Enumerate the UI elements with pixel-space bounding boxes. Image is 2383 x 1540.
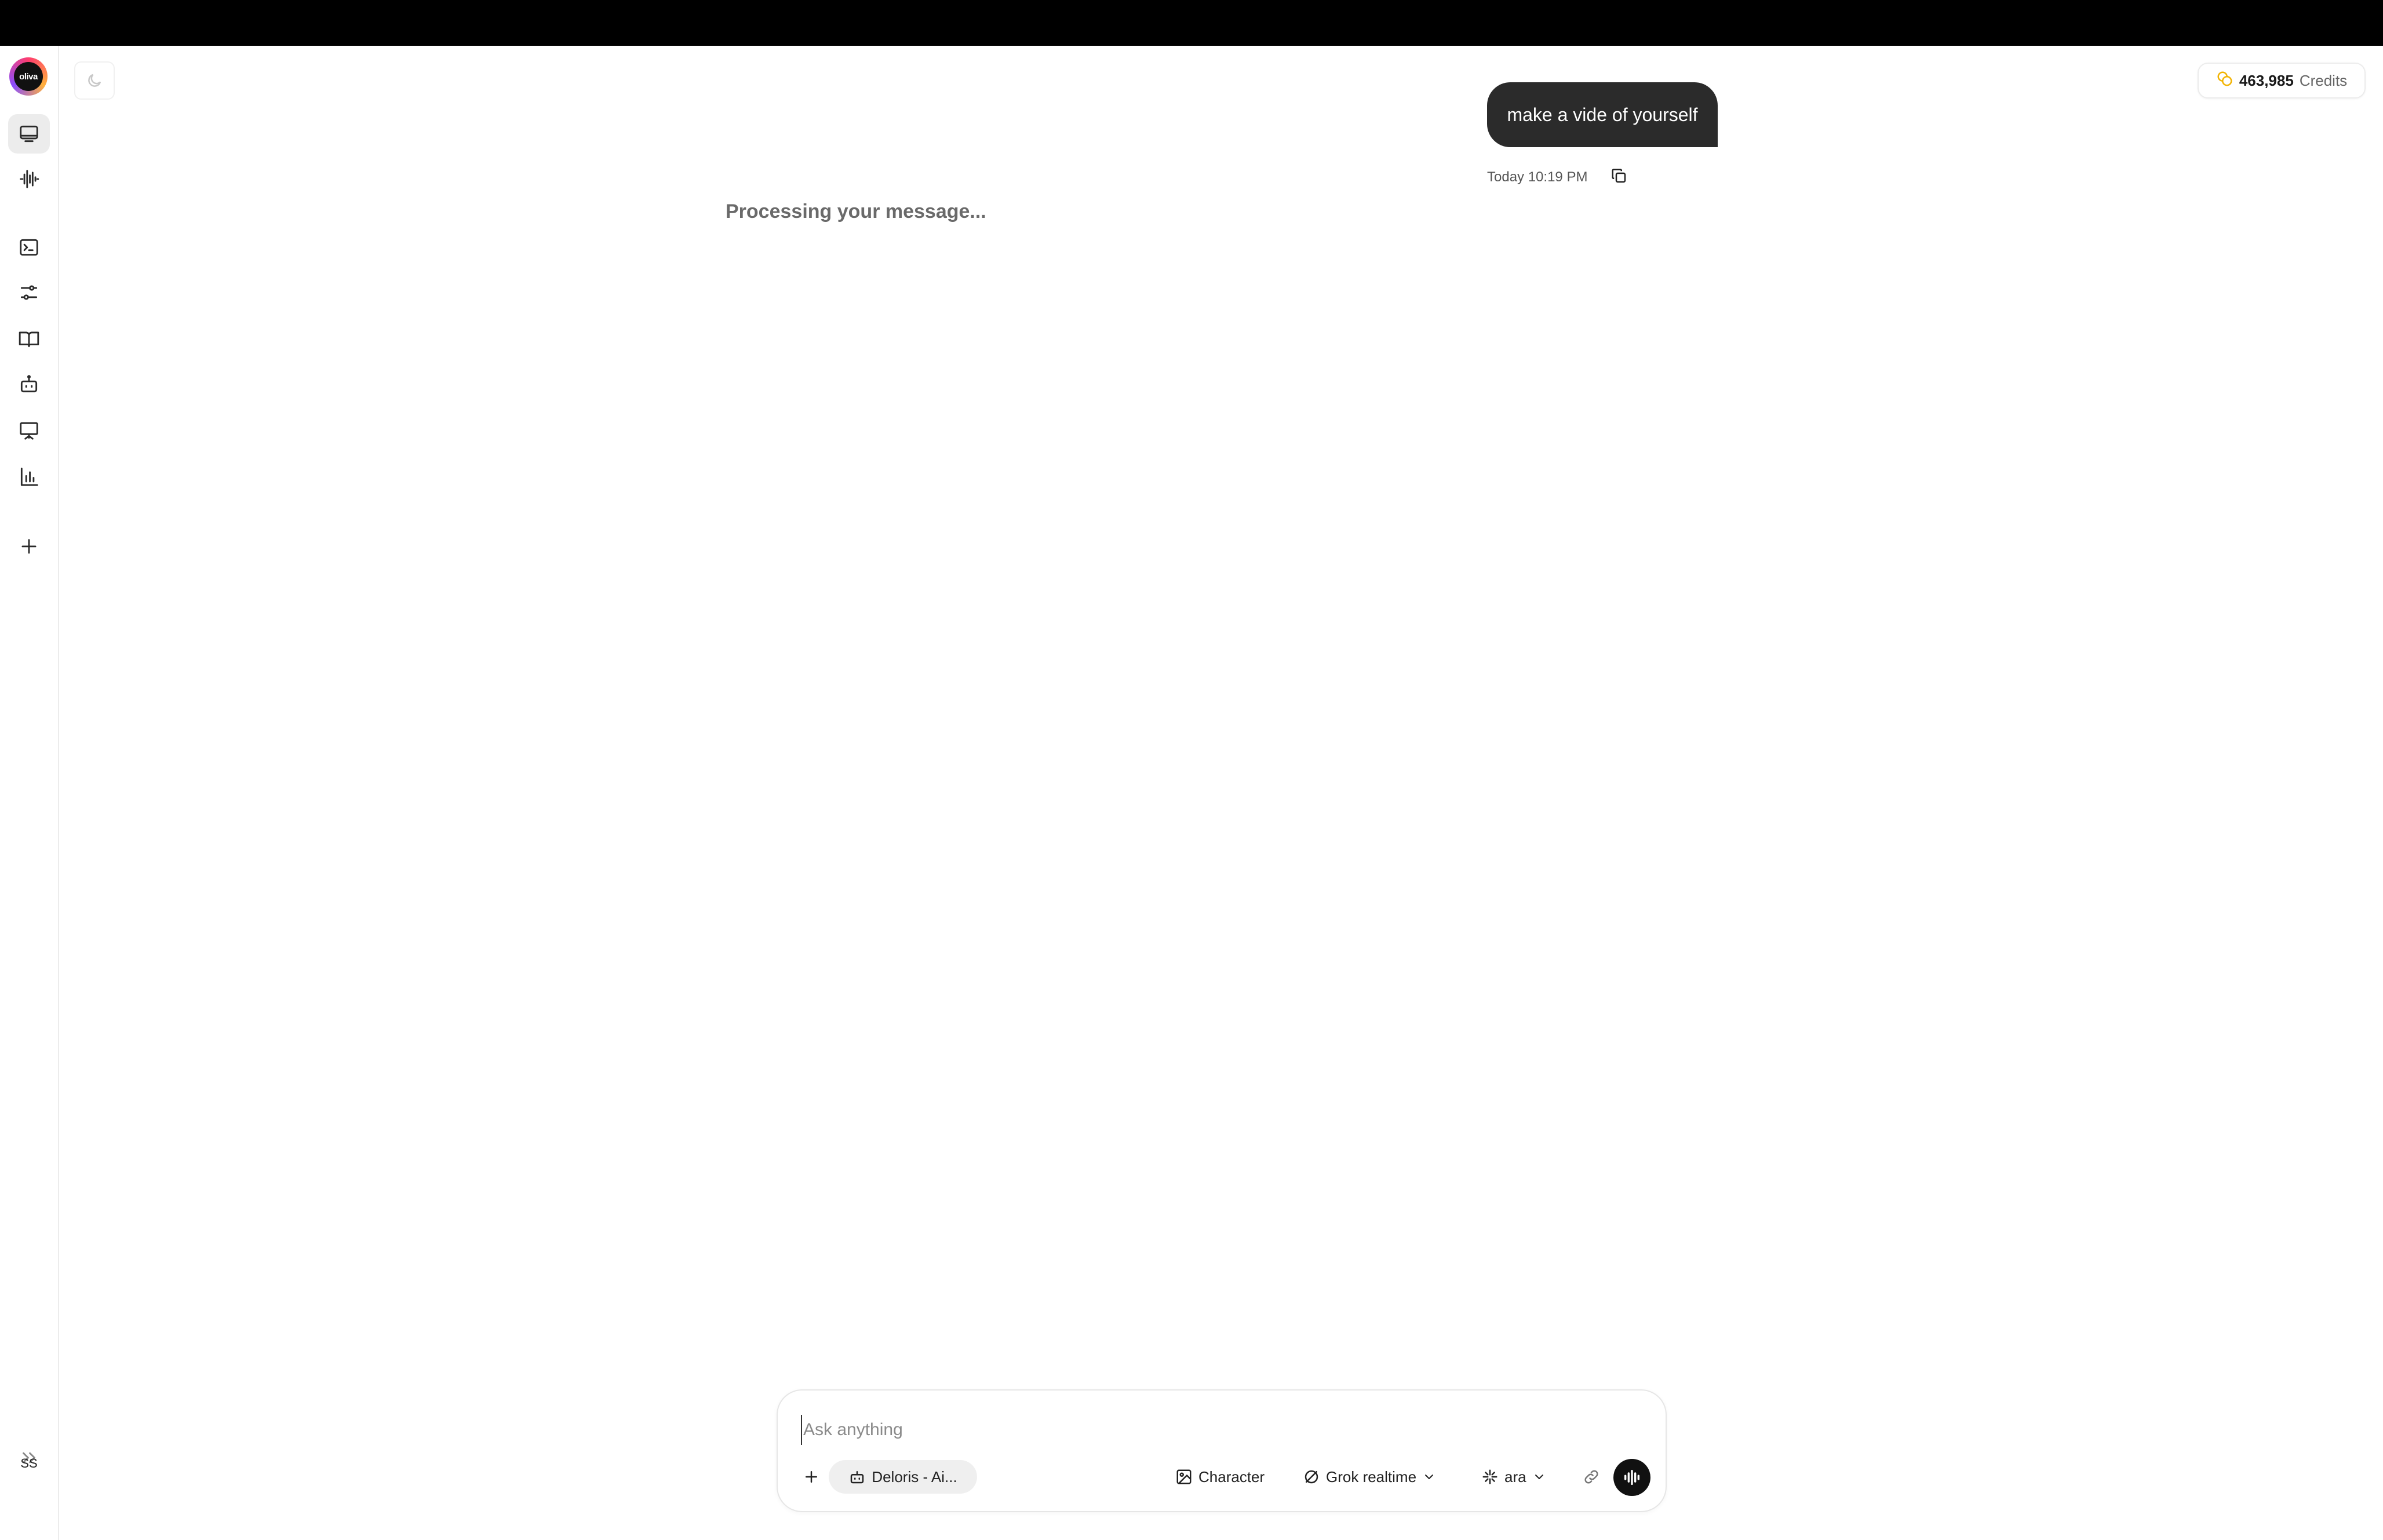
user-message-bubble: make a vide of yourself [1487, 82, 1718, 147]
copy-icon [1612, 169, 1626, 183]
sparkle-icon [1482, 1469, 1497, 1484]
terminal-icon [20, 239, 38, 256]
model-label: Grok realtime [1326, 1468, 1417, 1486]
app-logo-text: oliva [14, 62, 43, 91]
browser-top-bar [0, 0, 2383, 46]
voice-selector[interactable]: ara [1481, 1460, 1546, 1494]
user-avatar[interactable]: SS [14, 1452, 44, 1475]
character-button[interactable]: Character [1175, 1460, 1265, 1494]
sidebar-item-chat[interactable] [8, 114, 50, 154]
plus-icon [806, 1471, 817, 1483]
image-icon [1176, 1469, 1192, 1484]
moon-icon [88, 74, 101, 87]
sidebar-item-agents[interactable] [8, 364, 50, 404]
audio-waveform-icon [1624, 1469, 1640, 1486]
sliders-icon [20, 285, 38, 300]
agent-selector-chip[interactable]: Deloris - Ai... [829, 1460, 977, 1494]
link-icon [1584, 1470, 1598, 1484]
agent-label: Deloris - Ai... [872, 1468, 957, 1486]
chat-input[interactable] [801, 1415, 1616, 1445]
plus-icon [21, 539, 37, 554]
grok-logo-icon [1305, 1470, 1318, 1484]
copy-message-button[interactable] [1608, 165, 1631, 188]
sidebar-item-analytics[interactable] [8, 457, 50, 497]
sidebar-item-settings[interactable] [8, 273, 50, 312]
theme-toggle-button[interactable] [74, 61, 115, 100]
credits-badge[interactable]: 463,985 Credits [2198, 63, 2366, 98]
message-timestamp: Today 10:19 PM [1487, 169, 1588, 185]
sidebar-item-library[interactable] [8, 319, 50, 359]
message-composer: Deloris - Ai... Character Grok realtime … [777, 1389, 1667, 1512]
coins-icon [2216, 70, 2233, 92]
chevron-down-icon [1535, 1475, 1543, 1479]
robot-icon [20, 375, 38, 393]
sidebar-item-presentation[interactable] [8, 411, 50, 450]
attach-button[interactable] [799, 1460, 824, 1494]
sidebar-item-audio[interactable] [8, 159, 50, 199]
credits-label: Credits [2299, 71, 2348, 89]
link-button[interactable] [1580, 1460, 1603, 1494]
character-label: Character [1198, 1468, 1265, 1486]
sidebar: oliva SS [0, 46, 59, 1540]
processing-status: Processing your message... [726, 200, 986, 222]
book-icon [19, 331, 39, 348]
credits-value: 463,985 [2239, 71, 2294, 89]
model-selector[interactable]: Grok realtime [1303, 1460, 1436, 1494]
voice-mode-button[interactable] [1613, 1459, 1650, 1496]
sidebar-item-terminal[interactable] [8, 228, 50, 267]
voice-label: ara [1504, 1468, 1526, 1486]
sidebar-item-new[interactable] [8, 527, 50, 566]
app-logo[interactable]: oliva [9, 57, 48, 96]
presentation-icon [20, 422, 38, 440]
robot-icon [851, 1471, 864, 1484]
waveform-icon [20, 170, 39, 188]
chevron-down-icon [1425, 1475, 1434, 1479]
chat-window-icon [20, 125, 38, 143]
bar-chart-icon [20, 468, 38, 486]
